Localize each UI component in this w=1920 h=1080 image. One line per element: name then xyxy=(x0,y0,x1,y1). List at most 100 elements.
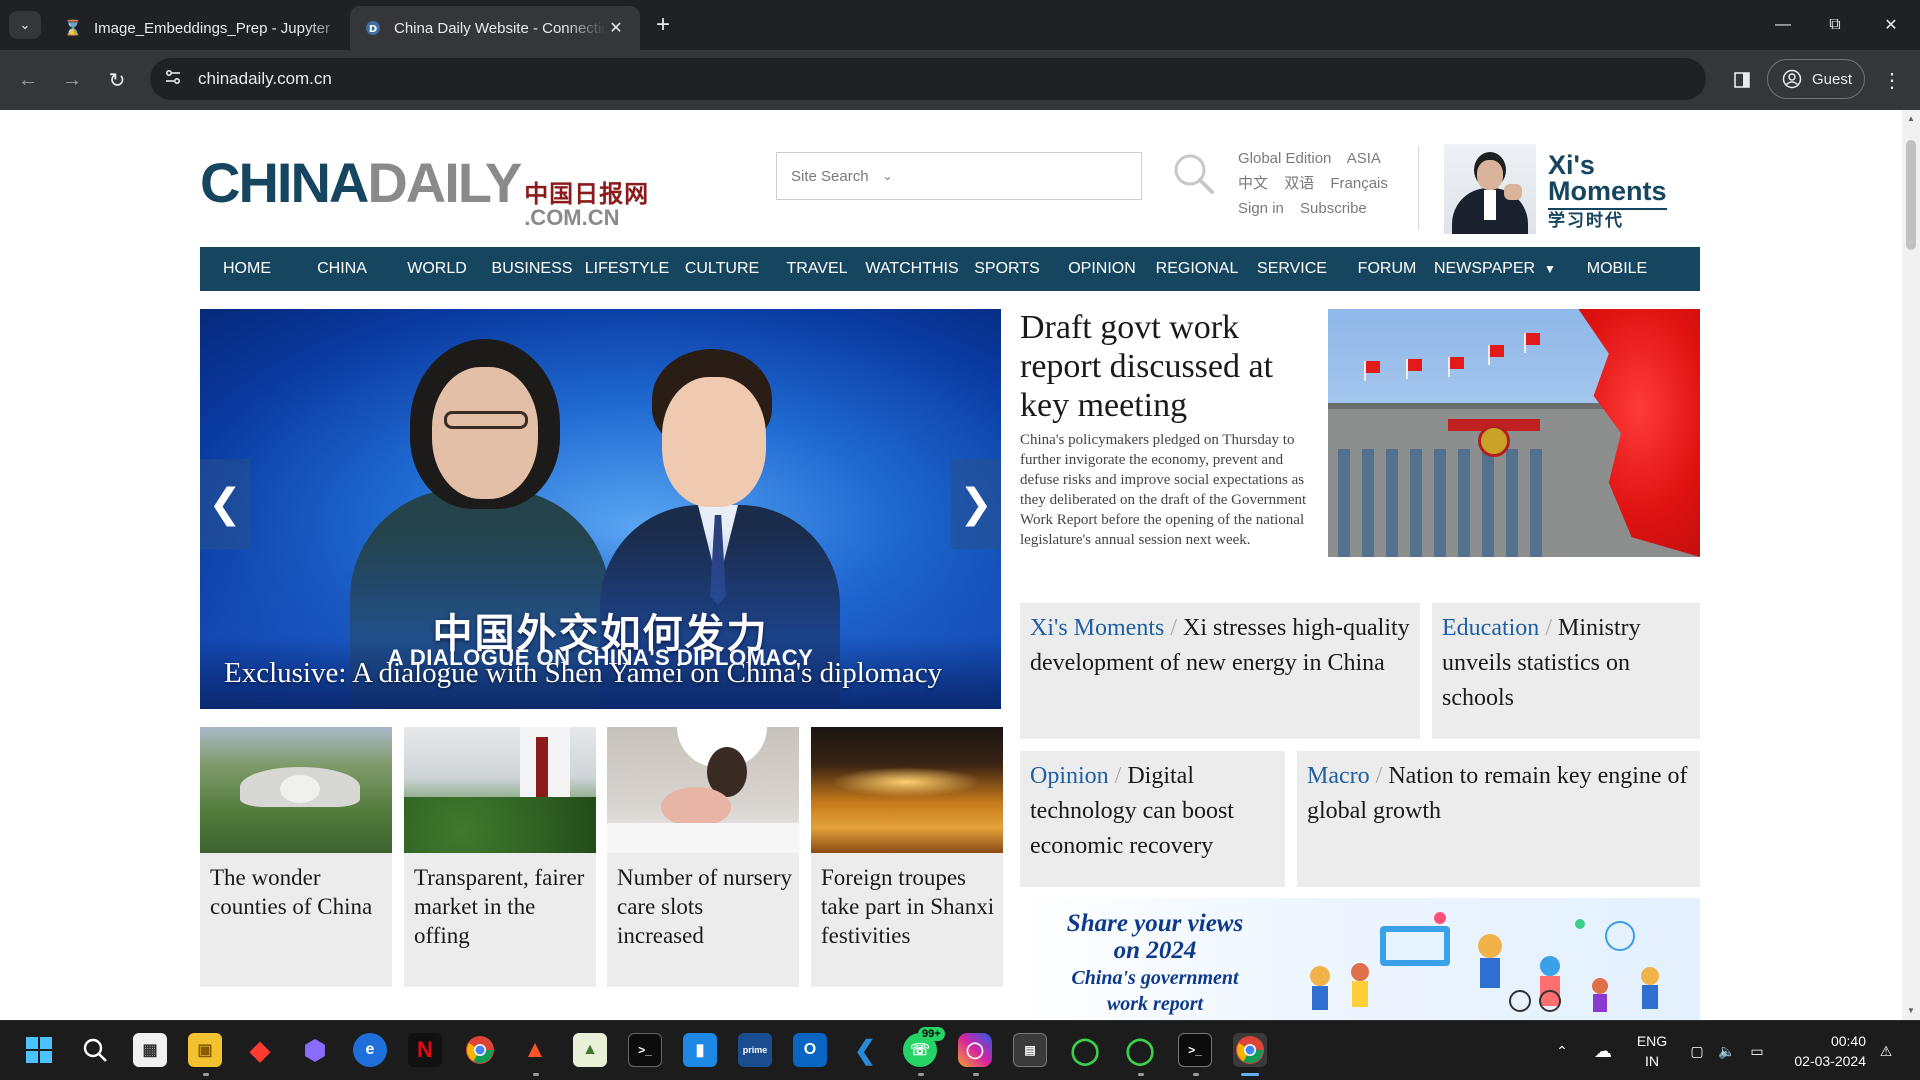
edge-icon[interactable]: e xyxy=(353,1033,387,1067)
link-subscribe[interactable]: Subscribe xyxy=(1300,200,1367,217)
story-card[interactable]: Number of nursery care slots increased xyxy=(607,727,799,987)
story-card-image[interactable] xyxy=(200,727,392,853)
scrollbar-thumb[interactable] xyxy=(1906,140,1916,250)
xi-moments-link[interactable]: Xi's Moments 学习时代 xyxy=(1548,152,1667,232)
new-tab-button[interactable]: + xyxy=(650,12,676,38)
close-window-button[interactable]: ✕ xyxy=(1862,0,1920,50)
link-asia[interactable]: ASIA xyxy=(1347,150,1381,167)
address-bar[interactable]: chinadaily.com.cn xyxy=(150,58,1706,100)
notifications-bell-icon[interactable]: ⚠ xyxy=(1872,1021,1900,1080)
window-app-icon[interactable]: ▤ xyxy=(1013,1033,1047,1067)
nav-culture[interactable]: CULTURE xyxy=(674,260,770,278)
app-blue-icon[interactable]: ▮ xyxy=(683,1033,717,1067)
nav-home[interactable]: HOME xyxy=(200,260,294,278)
carousel-next-button[interactable]: ❯ xyxy=(951,459,1001,549)
tray-overflow-icon[interactable]: ⌃ xyxy=(1548,1021,1576,1080)
story-card[interactable]: The wonder counties of China xyxy=(200,727,392,987)
link-sign-in[interactable]: Sign in xyxy=(1238,200,1284,217)
language-indicator[interactable]: ENG IN xyxy=(1632,1031,1672,1071)
story-card-title[interactable]: The wonder counties of China xyxy=(210,863,388,921)
browser-tab-jupyter[interactable]: ⌛ Image_Embeddings_Prep - Jupyter ✕ xyxy=(50,6,390,50)
lead-story-photo[interactable] xyxy=(1328,309,1700,557)
restore-button[interactable]: ⧉ xyxy=(1806,0,1864,50)
back-button[interactable]: ← xyxy=(12,64,44,96)
headline-box[interactable]: Macro / Nation to remain key engine of g… xyxy=(1297,751,1700,887)
story-card-title[interactable]: Transparent, fairer market in the offing xyxy=(414,863,592,950)
nav-service[interactable]: SERVICE xyxy=(1244,260,1340,278)
headline-tag[interactable]: Xi's Moments xyxy=(1030,615,1164,641)
link-bilingual[interactable]: 双语 xyxy=(1284,175,1314,192)
reload-button[interactable]: ↻ xyxy=(101,64,133,96)
nav-forum[interactable]: FORUM xyxy=(1340,260,1434,278)
search-icon[interactable] xyxy=(1170,150,1218,198)
share-views-banner[interactable]: Share your views on 2024 China's governm… xyxy=(1020,898,1700,1020)
store-icon[interactable]: ▦ xyxy=(133,1033,167,1067)
brave-icon[interactable]: ▲ xyxy=(518,1033,552,1067)
browser-tab-chinadaily[interactable]: D China Daily Website - Connecting China… xyxy=(350,6,640,50)
link-global-edition[interactable]: Global Edition xyxy=(1238,150,1331,167)
chrome-active-icon[interactable] xyxy=(1233,1033,1267,1067)
command-prompt-icon[interactable]: >_ xyxy=(1178,1033,1212,1067)
hero-caption[interactable]: Exclusive: A dialogue with Shen Yamei on… xyxy=(224,657,942,690)
nav-newspaper[interactable]: NEWSPAPER xyxy=(1434,260,1535,278)
search-icon[interactable] xyxy=(78,1033,112,1067)
scroll-down-icon[interactable]: ▼ xyxy=(1906,1006,1916,1015)
nav-watchthis[interactable]: WATCHTHIS xyxy=(864,260,960,278)
link-french[interactable]: Français xyxy=(1330,175,1388,192)
headline-tag[interactable]: Opinion xyxy=(1030,763,1109,789)
close-tab-icon[interactable]: ✕ xyxy=(606,18,626,38)
site-search-input[interactable]: Site Search ⌄ xyxy=(776,152,1142,200)
start-icon[interactable] xyxy=(22,1033,56,1067)
story-card-image[interactable] xyxy=(404,727,596,853)
story-card-title[interactable]: Foreign troupes take part in Shanxi fest… xyxy=(821,863,999,950)
instagram-icon[interactable]: ◯ xyxy=(958,1033,992,1067)
nav-opinion[interactable]: OPINION xyxy=(1054,260,1150,278)
story-card-image[interactable] xyxy=(811,727,1003,853)
prime-video-icon[interactable]: prime xyxy=(738,1033,772,1067)
story-card[interactable]: Foreign troupes take part in Shanxi fest… xyxy=(811,727,1003,987)
headline-box[interactable]: Education / Ministry unveils statistics … xyxy=(1432,603,1700,739)
story-card-image[interactable] xyxy=(607,727,799,853)
nav-business[interactable]: BUSINESS xyxy=(484,260,580,278)
app-ring-icon[interactable]: ◯ xyxy=(1068,1033,1102,1067)
nav-china[interactable]: CHINA xyxy=(294,260,390,278)
nav-regional[interactable]: REGIONAL xyxy=(1150,260,1244,278)
xi-moments-photo[interactable] xyxy=(1444,144,1536,234)
onedrive-icon[interactable]: ☁ xyxy=(1586,1021,1620,1080)
battery-icon[interactable]: ▭ xyxy=(1744,1021,1770,1080)
headline-box[interactable]: Xi's Moments / Xi stresses high-quality … xyxy=(1020,603,1420,739)
minimize-button[interactable]: — xyxy=(1754,0,1812,50)
headline-tag[interactable]: Macro xyxy=(1307,763,1370,789)
profile-button[interactable]: Guest xyxy=(1767,59,1865,99)
nav-sports[interactable]: SPORTS xyxy=(960,260,1054,278)
system-clock[interactable]: 00:40 02-03-2024 xyxy=(1786,1031,1866,1071)
tab-search-button[interactable]: ⌄ xyxy=(9,11,41,39)
story-card-title[interactable]: Number of nursery care slots increased xyxy=(617,863,795,950)
link-chinese[interactable]: 中文 xyxy=(1238,175,1268,192)
browser-menu-button[interactable]: ⋮ xyxy=(1876,64,1908,96)
nav-mobile[interactable]: MOBILE xyxy=(1570,260,1664,278)
forward-button[interactable]: → xyxy=(56,64,88,96)
nav-lifestyle[interactable]: LIFESTYLE xyxy=(580,260,674,278)
chrome-icon[interactable] xyxy=(463,1033,497,1067)
photos-icon[interactable]: ▲ xyxy=(573,1033,607,1067)
nav-world[interactable]: WORLD xyxy=(390,260,484,278)
app-ring-2-icon[interactable]: ◯ xyxy=(1123,1033,1157,1067)
network-icon[interactable]: ▢ xyxy=(1684,1021,1710,1080)
story-card[interactable]: Transparent, fairer market in the offing xyxy=(404,727,596,987)
outlook-icon[interactable]: O xyxy=(793,1033,827,1067)
lead-story-title[interactable]: Draft govt work report discussed at key … xyxy=(1020,308,1320,425)
carousel-prev-button[interactable]: ❮ xyxy=(200,459,250,549)
chevron-down-icon[interactable]: ⌄ xyxy=(883,169,893,183)
vscode-icon[interactable]: ❮ xyxy=(848,1033,882,1067)
headline-tag[interactable]: Education xyxy=(1442,615,1539,641)
file-explorer-icon[interactable]: ▣ xyxy=(188,1033,222,1067)
volume-muted-icon[interactable]: 🔈 xyxy=(1714,1021,1740,1080)
side-panel-button[interactable] xyxy=(1726,64,1758,96)
scroll-up-icon[interactable]: ▲ xyxy=(1906,114,1916,123)
netflix-icon[interactable]: N xyxy=(408,1033,442,1067)
nav-travel[interactable]: TRAVEL xyxy=(770,260,864,278)
hero-carousel[interactable]: 中国外交如何发力 A DIALOGUE ON CHINA'S DIPLOMACY… xyxy=(200,309,1001,709)
china-daily-logo[interactable]: CHINA DAILY 中国日报网 .COM.CN xyxy=(200,150,649,229)
headline-box[interactable]: Opinion / Digital technology can boost e… xyxy=(1020,751,1285,887)
